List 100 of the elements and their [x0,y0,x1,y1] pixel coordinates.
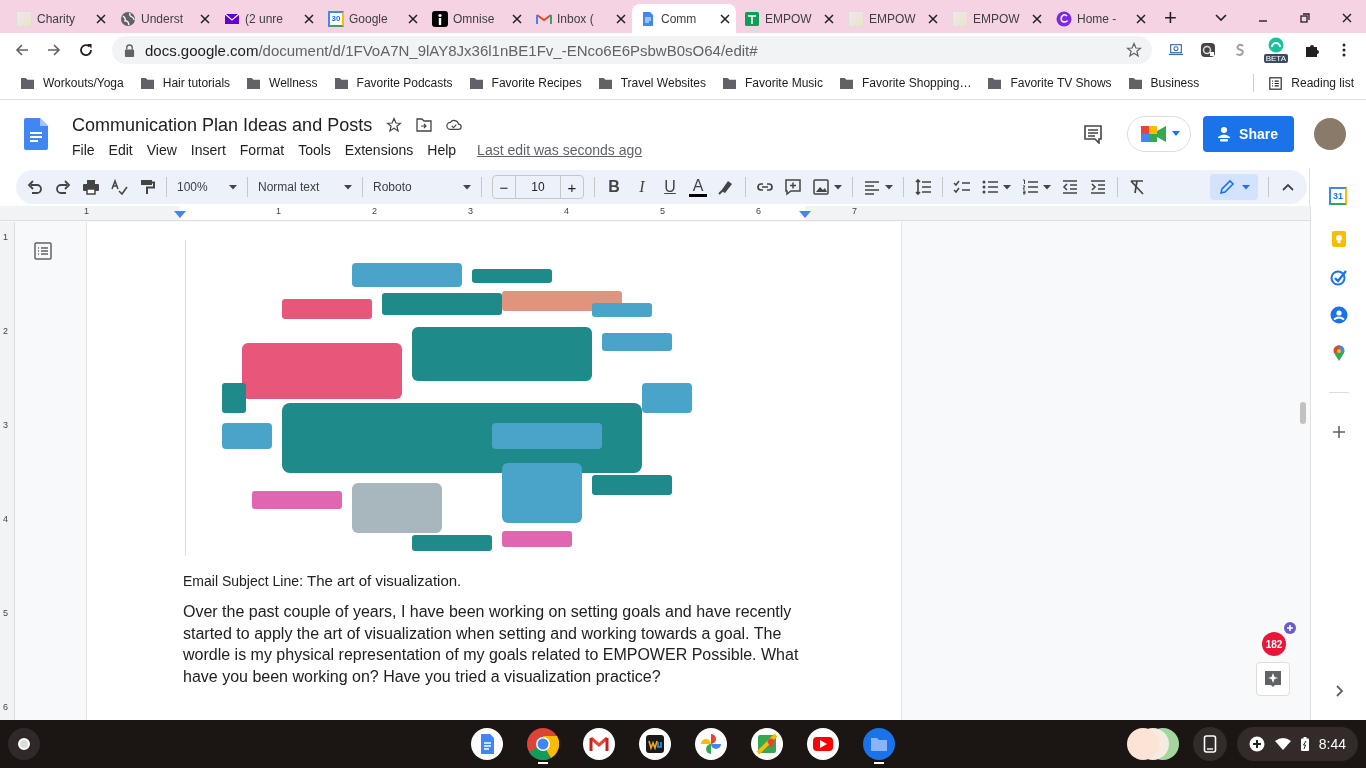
font-dropdown[interactable]: Roboto [373,180,471,194]
checklist-icon[interactable] [953,178,971,196]
outline-icon[interactable] [34,242,52,260]
close-icon[interactable] [720,13,730,24]
insert-image-button[interactable] [812,178,842,196]
new-tab-button[interactable]: + [1152,5,1189,33]
reading-list-button[interactable]: Reading list [1262,76,1360,90]
star-icon[interactable] [386,117,403,133]
bold-button[interactable]: B [605,178,623,196]
reload-icon[interactable] [78,42,94,58]
holding-space-button[interactable] [1126,728,1179,760]
play-app-icon[interactable] [807,728,839,760]
numbered-list-button[interactable] [1021,178,1051,196]
highlighter-icon[interactable] [717,178,735,196]
close-icon[interactable] [616,13,626,24]
document-logo-icon[interactable] [24,118,48,150]
close-icon[interactable] [1340,11,1354,25]
bookmark-folder[interactable]: Favorite Recipes [462,76,588,90]
avatar[interactable] [1314,118,1346,150]
increase-font-size-button[interactable]: + [561,176,583,198]
menu-item[interactable]: Insert [183,139,233,160]
menu-item[interactable]: Help [420,139,464,160]
launcher-button[interactable] [8,728,40,760]
bookmark-folder[interactable]: Business [1121,76,1206,90]
forward-arrow-icon[interactable] [46,42,62,58]
menu-item[interactable]: Extensions [337,139,421,160]
text-color-button[interactable]: A [689,177,707,197]
font-size-field[interactable]: 10 [515,176,561,198]
star-icon[interactable] [1125,42,1142,58]
bookmark-folder[interactable]: Wellness [240,76,324,90]
folder-app-icon[interactable] [863,728,895,760]
close-icon[interactable] [408,13,418,24]
paragraph-style-dropdown[interactable]: Normal text [258,180,352,194]
pinwheel-app-icon[interactable] [695,728,727,760]
bookmark-folder[interactable]: Favorite TV Shows [981,76,1118,90]
browser-tab[interactable]: Inbox ( [528,4,632,33]
bookmark-folder[interactable]: Travel Websites [591,76,712,90]
cloud-check-icon[interactable] [446,117,463,133]
close-icon[interactable] [96,13,106,24]
clear-formatting-icon[interactable] [1128,178,1146,196]
document-app-icon[interactable] [471,728,503,760]
last-edit-link[interactable]: Last edit was seconds ago [477,141,643,158]
close-icon[interactable] [1032,13,1042,24]
close-icon[interactable] [1136,13,1146,24]
map-app-icon[interactable] [751,728,783,760]
puzzle-icon[interactable] [1304,42,1320,58]
menu-item[interactable]: Format [232,139,292,160]
status-tray[interactable]: 8:44 [1236,727,1358,761]
increase-indent-icon[interactable] [1089,178,1107,196]
back-arrow-icon[interactable] [14,42,30,58]
print-icon[interactable] [82,178,100,196]
laptop-search-icon[interactable] [1167,42,1184,58]
browser-tab[interactable]: EMPOW [736,4,840,33]
indent-marker-icon[interactable] [799,211,811,219]
decrease-font-size-button[interactable]: − [493,176,515,198]
close-icon[interactable] [512,13,522,24]
menu-item[interactable]: View [139,139,184,160]
browser-tab[interactable]: EMPOW [944,4,1048,33]
contact-icon[interactable] [1329,306,1348,324]
bookmark-folder[interactable]: Favorite Shopping… [833,76,978,90]
menu-item[interactable]: Tools [291,139,338,160]
move-folder-icon[interactable] [416,117,433,133]
italic-button[interactable]: I [633,178,651,196]
mail-app-icon[interactable] [583,728,615,760]
indent-marker-icon[interactable] [174,211,186,219]
close-icon[interactable] [824,13,834,24]
bookmark-folder[interactable]: Workouts/Yoga [14,76,130,90]
bookmark-folder[interactable]: Favorite Podcasts [327,76,459,90]
redo-icon[interactable] [54,178,72,196]
close-icon[interactable] [928,13,938,24]
document-title[interactable]: Communication Plan Ideas and Posts [72,114,373,136]
task-check-icon[interactable] [1329,268,1348,286]
line-spacing-icon[interactable] [914,178,932,196]
browser-tab[interactable]: Underst [112,4,216,33]
explore-button[interactable] [1256,662,1290,696]
zoom-dropdown[interactable]: 100% [177,180,237,194]
browser-tab[interactable]: (2 unre [216,4,320,33]
phone-hub-button[interactable] [1192,727,1227,761]
browser-tab[interactable]: Home - [1048,4,1152,33]
browser-tab[interactable]: Omnise [424,4,528,33]
paint-format-icon[interactable] [138,178,156,196]
undo-icon[interactable] [26,178,44,196]
decrease-indent-icon[interactable] [1061,178,1079,196]
menu-item[interactable]: File [65,139,102,160]
browser-tab[interactable]: 30 Google [320,4,424,33]
address-bar[interactable]: docs.google.com/document/d/1FVoA7N_9lAY8Jx36l1nBE1Fv_-ENco6E6PsbwB0sO64/edit# [112,36,1152,64]
extension-icon[interactable] [1199,42,1216,58]
comment-icon[interactable] [1083,124,1104,144]
bulleted-list-button[interactable] [981,178,1011,196]
underline-button[interactable]: U [661,178,679,196]
notification-badge[interactable]: 182 [1262,632,1286,656]
add-comment-icon[interactable] [784,178,802,196]
app-icon[interactable] [639,728,671,760]
align-button[interactable] [863,178,893,196]
bookmark-folder[interactable]: Hair tutorials [133,76,237,90]
browser-tab[interactable]: Charity [8,4,112,33]
menu-item[interactable]: Edit [101,139,140,160]
close-icon[interactable] [200,13,210,24]
bookmark-folder[interactable]: Favorite Music [716,76,830,90]
scrollbar-thumb[interactable] [1300,402,1306,424]
